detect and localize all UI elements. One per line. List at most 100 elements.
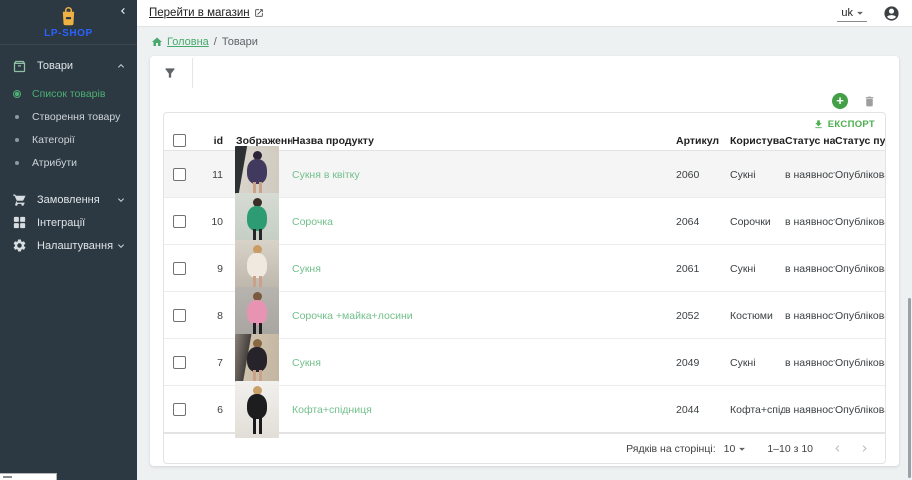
sidebar-item-integrations[interactable]: Інтеграції	[0, 211, 137, 234]
breadcrumb-current: Товари	[222, 36, 258, 48]
table-row: 9 Сукня 2061 Сукні в наявності Опубліков…	[164, 245, 885, 292]
row-checkbox[interactable]	[173, 168, 186, 181]
sidebar-item-orders[interactable]: Замовлення	[0, 188, 137, 211]
divider	[192, 58, 193, 88]
row-id: 6	[200, 404, 230, 416]
shop-bag-icon	[58, 6, 79, 27]
language-code: uk	[841, 7, 853, 19]
row-stock-status: в наявності	[785, 310, 835, 322]
column-header-image[interactable]: Зображення	[230, 135, 292, 147]
add-product-button[interactable]: +	[832, 93, 848, 109]
table-actions: +	[150, 90, 899, 112]
filter-funnel-icon	[163, 66, 177, 80]
rows-per-page: Рядків на сторінці: 10	[626, 442, 749, 456]
product-name-link[interactable]: Сукня	[292, 263, 321, 275]
previous-page-button[interactable]	[831, 442, 844, 455]
active-radio-icon	[13, 90, 21, 98]
sidebar-item-label: Замовлення	[37, 194, 115, 206]
row-stock-status: в наявності	[785, 263, 835, 275]
table-row: 11 Сукня в квітку 2060 Сукні в наявності…	[164, 151, 885, 198]
select-all-checkbox[interactable]	[173, 134, 186, 147]
bullet-icon	[15, 138, 19, 142]
column-header-publish[interactable]: Статус пу...	[835, 135, 885, 147]
row-stock-status: в наявності	[785, 404, 835, 416]
row-publish-status: Опубліковано	[835, 357, 885, 369]
sidebar-item-categories[interactable]: Категорії	[0, 128, 137, 151]
product-name-link[interactable]: Сорочка +майка+лосини	[292, 310, 413, 322]
sidebar-item-attributes[interactable]: Атрибути	[0, 151, 137, 174]
gear-icon	[12, 238, 27, 253]
table-row: 7 Сукня 2049 Сукні в наявності Опубліков…	[164, 339, 885, 386]
sidebar-item-settings[interactable]: Налаштування	[0, 234, 137, 257]
sidebar-item-label: Категорії	[32, 134, 75, 146]
bullet-icon	[15, 115, 19, 119]
row-stock-status: в наявності	[785, 169, 835, 181]
bullet-icon	[15, 161, 19, 165]
row-id: 11	[200, 169, 230, 181]
store-link-label: Перейти в магазин	[149, 7, 250, 19]
page-scrollbar[interactable]	[908, 298, 911, 478]
topbar: Перейти в магазин uk	[137, 0, 912, 27]
sidebar-collapse-button[interactable]	[117, 5, 129, 17]
row-checkbox[interactable]	[173, 215, 186, 228]
product-name-link[interactable]: Сукня в квітку	[292, 169, 360, 181]
sidebar-item-label: Створення товару	[32, 111, 120, 123]
column-header-stock[interactable]: Статус на...	[785, 135, 835, 147]
browser-status-bubble	[0, 473, 57, 480]
row-publish-status: Опубліковано	[835, 216, 885, 228]
products-submenu: Список товарів Створення товару Категорі…	[0, 80, 137, 178]
column-header-id[interactable]: id	[200, 135, 230, 147]
row-category: Сорочки	[730, 216, 785, 228]
row-category: Кофта+спідниц	[730, 404, 785, 416]
row-id: 8	[200, 310, 230, 322]
row-sku: 2061	[676, 263, 730, 275]
rows-per-page-select[interactable]: 10	[724, 442, 750, 456]
product-name-link[interactable]: Сукня	[292, 357, 321, 369]
pagination-nav	[831, 442, 871, 455]
row-publish-status: Опубліковано	[835, 169, 885, 181]
row-checkbox[interactable]	[173, 262, 186, 275]
export-label: ЕКСПОРТ	[828, 119, 875, 130]
row-checkbox[interactable]	[173, 309, 186, 322]
row-stock-status: в наявності	[785, 357, 835, 369]
sidebar-lower-nav: Замовлення Інтеграції Налаштування	[0, 188, 137, 257]
product-name-link[interactable]: Сорочка	[292, 216, 333, 228]
row-checkbox[interactable]	[173, 356, 186, 369]
column-header-name[interactable]: Назва продукту	[292, 135, 676, 147]
table-row: 8 Сорочка +майка+лосини 2052 Костюми в н…	[164, 292, 885, 339]
pagination-range: 1–10 з 10	[767, 443, 813, 455]
chevron-left-icon	[117, 5, 129, 17]
column-header-category[interactable]: Користува...	[730, 135, 785, 147]
filter-button[interactable]	[163, 66, 177, 80]
caret-down-icon	[735, 442, 749, 456]
column-header-sku[interactable]: Артикул	[676, 135, 730, 147]
breadcrumb-separator: /	[214, 36, 217, 48]
table-row: 10 Сорочка 2064 Сорочки в наявності Опуб…	[164, 198, 885, 245]
row-category: Костюми	[730, 310, 785, 322]
row-publish-status: Опубліковано	[835, 310, 885, 322]
row-stock-status: в наявності	[785, 216, 835, 228]
sidebar-item-product-list[interactable]: Список товарів	[0, 82, 137, 105]
product-thumbnail	[235, 381, 279, 438]
sidebar-item-create-product[interactable]: Створення товару	[0, 105, 137, 128]
next-page-button[interactable]	[858, 442, 871, 455]
row-checkbox[interactable]	[173, 403, 186, 416]
language-select[interactable]: uk	[837, 5, 867, 22]
delete-button[interactable]	[863, 95, 876, 108]
sidebar-item-label: Товари	[37, 60, 115, 72]
products-card: + ЕКСПОРТ id Зображення Назва продукту А…	[150, 56, 899, 466]
external-link-icon	[254, 8, 264, 18]
account-avatar-icon[interactable]	[883, 5, 900, 22]
chevron-left-icon	[831, 442, 844, 455]
product-name-link[interactable]: Кофта+спідниця	[292, 404, 372, 416]
go-to-store-link[interactable]: Перейти в магазин	[149, 7, 264, 19]
row-sku: 2060	[676, 169, 730, 181]
sidebar-item-label: Налаштування	[37, 240, 115, 252]
sidebar-item-label: Атрибути	[32, 157, 77, 169]
filter-row	[150, 56, 899, 90]
sidebar-item-products[interactable]: Товари	[0, 52, 137, 80]
export-button[interactable]: ЕКСПОРТ	[164, 113, 885, 131]
table-row: 6 Кофта+спідниця 2044 Кофта+спідниц в на…	[164, 386, 885, 433]
breadcrumb-home-link[interactable]: Головна	[151, 36, 209, 48]
chevron-up-icon	[115, 60, 127, 72]
